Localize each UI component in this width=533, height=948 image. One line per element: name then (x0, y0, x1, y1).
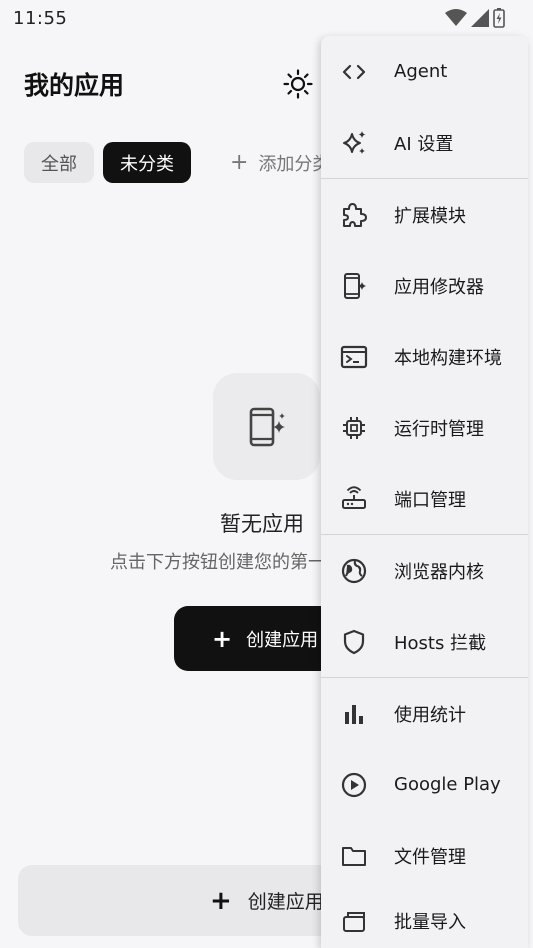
menu-item-label: 运行时管理 (394, 418, 484, 440)
empty-state-subtitle: 点击下方按钮创建您的第一个应用 (110, 552, 322, 573)
menu-item-label: 本地构建环境 (394, 347, 502, 369)
import-icon (340, 907, 368, 935)
sparkle-icon (340, 129, 368, 157)
plus-icon: + (210, 885, 232, 916)
menu-item-google-play[interactable]: Google Play (321, 749, 528, 820)
menu-item-label: 扩展模块 (394, 205, 466, 227)
empty-state-icon-box (213, 373, 320, 480)
folder-icon (340, 842, 368, 870)
shield-icon (340, 628, 368, 656)
plus-icon: + (212, 624, 233, 653)
router-icon (340, 485, 368, 513)
bar-chart-icon (340, 700, 368, 728)
menu-item-label: 浏览器内核 (394, 561, 484, 583)
bottom-create-app-button[interactable]: + 创建应用 (18, 865, 358, 936)
status-icons (445, 8, 505, 28)
menu-item-label: 端口管理 (394, 489, 466, 511)
terminal-icon (340, 343, 368, 371)
bottom-create-app-label: 创建应用 (247, 891, 324, 913)
menu-item-browser-engine[interactable]: 浏览器内核 (321, 535, 528, 606)
menu-item-ai-settings[interactable]: AI 设置 (321, 107, 528, 178)
create-app-label: 创建应用 (246, 629, 319, 651)
chip-icon (340, 414, 368, 442)
menu-item-extensions[interactable]: 扩展模块 (321, 179, 528, 250)
signal-icon (471, 9, 489, 27)
menu-item-runtime[interactable]: 运行时管理 (321, 392, 528, 463)
theme-toggle-button[interactable] (280, 66, 316, 102)
sun-icon (283, 69, 313, 99)
wifi-icon (445, 9, 467, 26)
status-time: 11:55 (13, 7, 68, 29)
menu-item-label: 使用统计 (394, 704, 466, 726)
phone-sparkle-icon (340, 272, 368, 300)
page-title: 我的应用 (24, 71, 125, 100)
menu-item-batch-import[interactable]: 批量导入 (321, 891, 528, 948)
menu-item-ports[interactable]: 端口管理 (321, 463, 528, 534)
status-bar: 11:55 (0, 0, 533, 36)
menu-item-label: AI 设置 (394, 133, 454, 155)
chip-all-label: 全部 (41, 153, 77, 175)
menu-item-app-modifier[interactable]: 应用修改器 (321, 250, 528, 321)
chip-uncategorized[interactable]: 未分类 (103, 142, 191, 183)
menu-item-file-manager[interactable]: 文件管理 (321, 820, 528, 891)
globe-icon (340, 557, 368, 585)
menu-item-label: Agent (394, 61, 448, 82)
menu-item-agent[interactable]: Agent (321, 36, 528, 107)
chip-uncategorized-label: 未分类 (120, 153, 174, 175)
play-circle-icon (340, 771, 368, 799)
app-header: 我的应用 (24, 62, 324, 106)
chip-all[interactable]: 全部 (24, 142, 94, 183)
phone-sparkle-icon (249, 407, 285, 446)
battery-icon (493, 8, 505, 28)
menu-item-label: Google Play (394, 774, 501, 795)
menu-item-label: 批量导入 (394, 912, 466, 933)
menu-item-label: 文件管理 (394, 846, 466, 868)
menu-item-label: 应用修改器 (394, 276, 484, 298)
menu-item-local-build[interactable]: 本地构建环境 (321, 321, 528, 392)
menu-item-label: Hosts 拦截 (394, 632, 487, 654)
create-app-button[interactable]: + 创建应用 (174, 606, 334, 671)
puzzle-icon (340, 201, 368, 229)
overflow-menu: Agent AI 设置 扩展模块 应用修改器 本地构建环境 运行时管理 端口管理… (321, 36, 528, 948)
code-icon (340, 58, 368, 86)
add-category-label: 添加分类 (258, 153, 330, 175)
add-category-button[interactable]: + 添加分类 (230, 142, 330, 183)
plus-icon: + (230, 150, 249, 175)
category-chips: 全部 未分类 (24, 142, 191, 183)
empty-state-title: 暂无应用 (220, 512, 304, 536)
menu-item-usage-stats[interactable]: 使用统计 (321, 678, 528, 749)
menu-item-hosts-block[interactable]: Hosts 拦截 (321, 606, 528, 677)
